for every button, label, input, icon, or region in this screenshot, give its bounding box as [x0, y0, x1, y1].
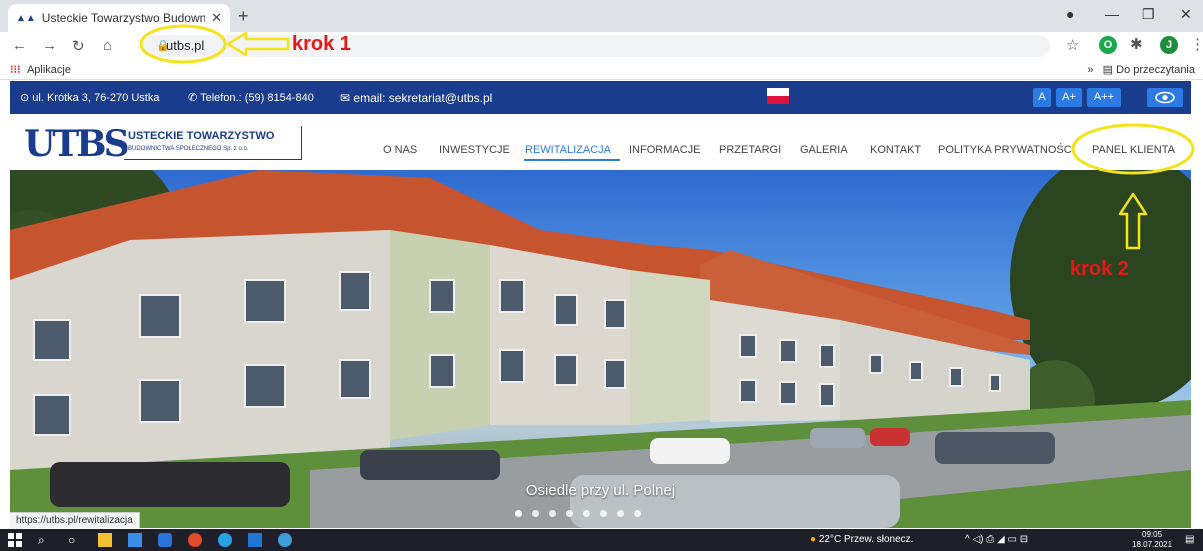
- email-text: sekretariat@utbs.pl: [388, 91, 493, 105]
- address-text: ul. Krótka 3, 76-270 Ustka: [32, 92, 160, 104]
- apps-grid-icon: ⁝⁝⁝: [10, 64, 21, 76]
- nav-informacje[interactable]: INFORMACJE: [629, 144, 701, 156]
- site-favicon-icon: ▲▲: [16, 12, 36, 24]
- eye-icon: [1155, 91, 1175, 104]
- nav-panel-klienta[interactable]: PANEL KLIENTA: [1092, 144, 1175, 156]
- hero-caption: Osiedle przy ul. Polnej: [525, 482, 676, 499]
- email-label: email:: [353, 91, 386, 105]
- chrome-icon[interactable]: [188, 533, 202, 547]
- step1-label: krok 1: [292, 33, 351, 55]
- store-icon[interactable]: [128, 533, 142, 547]
- logo-subtitle: BUDOWNICTWA SPOŁECZNEGO Sp. z o.o.: [128, 146, 249, 152]
- phone-text: Telefon.: (59) 8154-840: [200, 92, 314, 104]
- logo-name: USTECKIE TOWARZYSTWO: [128, 130, 275, 142]
- browser-tab[interactable]: ▲▲ Usteckie Towarzystwo Budownict ✕: [8, 4, 230, 32]
- slider-dot[interactable]: [583, 510, 590, 517]
- location-pin-icon: ⊙: [20, 92, 30, 104]
- windows-taskbar: ⌕ ○ ● 22°C Przew. słonecz. ^ ◁) ⎙ ◢ ▭ ⊟ …: [0, 529, 1203, 551]
- menu-kebab-icon[interactable]: ⋮: [1190, 35, 1203, 53]
- bookmark-star-icon[interactable]: ☆: [1066, 36, 1079, 54]
- slider-dot[interactable]: [515, 510, 522, 517]
- close-tab-icon[interactable]: ✕: [211, 10, 222, 26]
- notifications-icon[interactable]: ▤: [1185, 534, 1194, 545]
- forward-icon[interactable]: →: [42, 37, 57, 54]
- active-nav-underline: [524, 159, 620, 161]
- system-clock[interactable]: 09:05 18.07.2021: [1132, 530, 1172, 550]
- step2-label: krok 2: [1070, 258, 1129, 280]
- slider-dots: [515, 510, 641, 517]
- file-explorer-icon[interactable]: [98, 533, 112, 547]
- tab-title: Usteckie Towarzystwo Budownict: [41, 11, 206, 25]
- font-size-xlarge-button[interactable]: A++: [1087, 88, 1121, 107]
- reading-list[interactable]: » ▤ Do przeczytania: [1087, 63, 1195, 76]
- back-icon[interactable]: ←: [12, 37, 27, 54]
- site-header: UTBS USTECKIE TOWARZYSTWO BUDOWNICTWA SP…: [10, 114, 1191, 170]
- task-view-icon[interactable]: ○: [68, 533, 82, 547]
- mail-app-icon[interactable]: [248, 533, 262, 547]
- windows-start-icon[interactable]: [8, 533, 22, 547]
- url-text: utbs.pl: [166, 38, 205, 53]
- profile-record-icon[interactable]: ●: [1066, 6, 1074, 22]
- weather-widget[interactable]: ● 22°C Przew. słonecz.: [810, 534, 913, 545]
- tray-icons[interactable]: ^ ◁) ⎙ ◢ ▭ ⊟: [965, 534, 1028, 545]
- nav-inwestycje[interactable]: INWESTYCJE: [439, 144, 510, 156]
- slider-dot[interactable]: [532, 510, 539, 517]
- slider-dot[interactable]: [566, 510, 573, 517]
- extension-green-icon[interactable]: O: [1099, 36, 1117, 54]
- nav-rewitalizacja[interactable]: REWITALIZACJA: [525, 144, 611, 156]
- slider-dot[interactable]: [617, 510, 624, 517]
- app-icon[interactable]: [158, 533, 172, 547]
- mail-icon: ✉: [340, 91, 351, 105]
- bookmark-apps[interactable]: ⁝⁝⁝ Aplikacje: [10, 63, 71, 76]
- nav-o-nas[interactable]: O NAS: [383, 144, 417, 156]
- minimize-button[interactable]: —: [1105, 6, 1119, 22]
- bookmarks-overflow-icon[interactable]: »: [1087, 64, 1093, 76]
- sun-icon: ●: [810, 534, 817, 545]
- paint-icon[interactable]: [278, 533, 292, 547]
- slider-dot[interactable]: [634, 510, 641, 517]
- bookmark-apps-label: Aplikacje: [26, 64, 71, 76]
- phone-item[interactable]: ✆ Telefon.: (59) 8154-840: [188, 91, 314, 104]
- search-icon[interactable]: ⌕: [38, 533, 52, 547]
- slider-dot[interactable]: [600, 510, 607, 517]
- font-size-normal-button[interactable]: A: [1033, 88, 1051, 107]
- edge-icon[interactable]: [218, 533, 232, 547]
- bookmarks-bar: ⁝⁝⁝ Aplikacje » ▤ Do przeczytania: [0, 60, 1203, 80]
- address-item: ⊙ ul. Krótka 3, 76-270 Ustka: [20, 91, 159, 104]
- new-tab-button[interactable]: +: [238, 6, 249, 27]
- hero-photo-buildings: [10, 170, 1191, 528]
- nav-przetargi[interactable]: PRZETARGI: [719, 144, 781, 156]
- browser-toolbar: ← → ↻ ⌂ 🔒 utbs.pl ☆ O ✱ J ⋮: [0, 32, 1203, 60]
- reading-list-icon: ▤: [1102, 64, 1114, 76]
- clock-date: 18.07.2021: [1132, 540, 1173, 549]
- email-item[interactable]: ✉ email: sekretariat@utbs.pl: [340, 91, 492, 105]
- close-window-button[interactable]: ✕: [1180, 6, 1192, 23]
- nav-polityka-prywatnosci[interactable]: POLITYKA PRYWATNOŚCI: [938, 144, 1075, 156]
- browser-tab-strip: ▲▲ Usteckie Towarzystwo Budownict ✕ + ● …: [0, 0, 1203, 32]
- reload-icon[interactable]: ↻: [72, 37, 85, 55]
- address-bar[interactable]: 🔒 utbs.pl: [140, 35, 1050, 57]
- weather-text: 22°C Przew. słonecz.: [818, 534, 914, 545]
- polish-flag-icon[interactable]: [767, 88, 789, 104]
- nav-kontakt[interactable]: KONTAKT: [870, 144, 921, 156]
- logo-mark: UTBS: [24, 123, 130, 165]
- profile-avatar[interactable]: J: [1160, 36, 1178, 54]
- site-contact-bar: ⊙ ul. Krótka 3, 76-270 Ustka ✆ Telefon.:…: [10, 81, 1191, 114]
- nav-galeria[interactable]: GALERIA: [800, 144, 848, 156]
- hero-slider[interactable]: Osiedle przy ul. Polnej https://utbs.pl/…: [10, 170, 1191, 528]
- high-contrast-button[interactable]: [1147, 88, 1183, 107]
- font-size-large-button[interactable]: A+: [1056, 88, 1082, 107]
- home-icon[interactable]: ⌂: [103, 37, 112, 54]
- slider-dot[interactable]: [549, 510, 556, 517]
- clock-time: 09:05: [1142, 530, 1163, 539]
- extensions-puzzle-icon[interactable]: ✱: [1130, 35, 1143, 53]
- phone-icon: ✆: [188, 92, 198, 104]
- restore-button[interactable]: ❐: [1142, 6, 1155, 23]
- utbs-logo[interactable]: UTBS USTECKIE TOWARZYSTWO BUDOWNICTWA SP…: [24, 124, 302, 164]
- reading-list-label: Do przeczytania: [1116, 64, 1195, 76]
- link-status-url: https://utbs.pl/rewitalizacja: [10, 512, 140, 528]
